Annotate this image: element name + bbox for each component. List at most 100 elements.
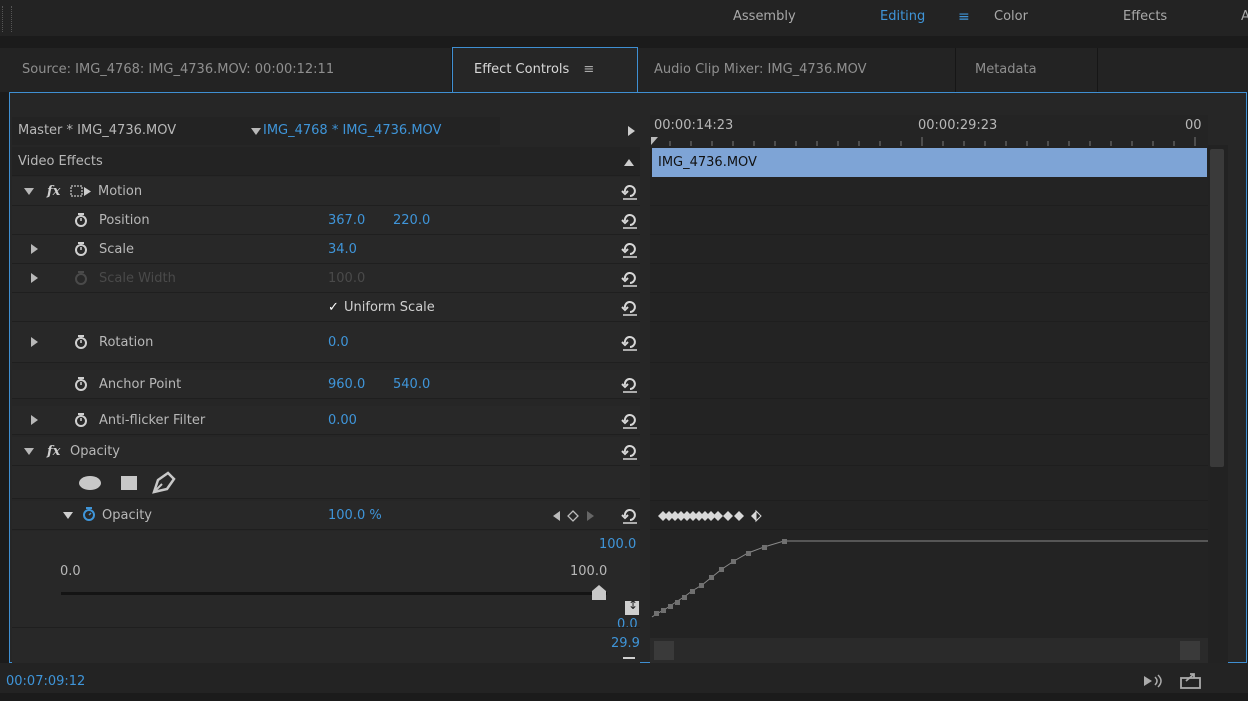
play-audio-icon[interactable] (1143, 674, 1165, 688)
motion-effect-row[interactable]: fx Motion (12, 177, 640, 206)
ellipse-mask-icon[interactable] (78, 475, 102, 491)
opacity-slider-thumb[interactable] (592, 585, 606, 600)
clip-dropdown-icon[interactable] (251, 128, 261, 135)
drag-grip-icon[interactable] (2, 6, 12, 32)
anchor-x-value[interactable]: 960.0 (328, 370, 365, 399)
reset-icon[interactable] (621, 375, 639, 393)
keyframe-add-icon[interactable] (567, 510, 579, 522)
scrollbar-thumb[interactable] (1210, 149, 1224, 467)
rect-mask-icon[interactable] (120, 475, 138, 491)
toggle-timeline-icon[interactable] (628, 126, 635, 136)
scroll-up-icon[interactable] (624, 159, 634, 166)
panel-menu-icon[interactable]: ≡ (583, 62, 594, 77)
export-icon[interactable] (1180, 671, 1202, 689)
reset-icon[interactable] (621, 269, 639, 287)
stopwatch-icon[interactable] (74, 377, 88, 391)
ruler-timecode-2: 00:00:29:23 (918, 118, 998, 133)
stopwatch-icon (75, 271, 87, 285)
tab-source-label: Source: IMG_4768: IMG_4736.MOV: 00:00:12… (22, 62, 335, 77)
motion-transform-icon[interactable] (70, 185, 92, 198)
collapse-opacity-param-icon[interactable] (63, 512, 73, 519)
antiflicker-label: Anti-flicker Filter (99, 413, 206, 428)
expand-scale-width-icon[interactable] (31, 273, 38, 283)
tab-audio-clip-mixer[interactable]: Audio Clip Mixer: IMG_4736.MOV (638, 48, 956, 92)
timeline-hscroll[interactable] (650, 638, 1208, 663)
reset-icon[interactable] (621, 240, 639, 258)
panel-vertical-scrollbar[interactable] (1208, 145, 1228, 663)
expand-scale-icon[interactable] (31, 244, 38, 254)
timeline-row (650, 437, 1208, 466)
pen-mask-icon[interactable] (150, 470, 176, 494)
uniform-scale-checkbox[interactable]: ✓ (328, 293, 339, 322)
keyframe-next-icon[interactable] (587, 511, 594, 521)
opacity-effect-row[interactable]: fx Opacity (12, 437, 640, 466)
position-label: Position (99, 213, 150, 228)
expand-antiflicker-icon[interactable] (31, 415, 38, 425)
hscroll-left-handle[interactable] (654, 641, 674, 660)
tab-metadata-label: Metadata (975, 62, 1037, 77)
workspace-menu-icon[interactable]: ≡ (958, 0, 970, 36)
reset-icon[interactable] (621, 506, 639, 524)
position-y-value[interactable]: 220.0 (393, 206, 430, 235)
rate-label: 29.9 (611, 636, 640, 651)
expand-rotation-icon[interactable] (31, 337, 38, 347)
stopwatch-icon[interactable] (74, 242, 88, 256)
graph-min-label: 0.0 (617, 617, 638, 632)
collapse-opacity-icon[interactable] (24, 448, 34, 455)
antiflicker-value[interactable]: 0.00 (328, 406, 357, 435)
collapse-motion-icon[interactable] (24, 188, 34, 195)
reset-icon[interactable] (621, 211, 639, 229)
tab-source[interactable]: Source: IMG_4768: IMG_4736.MOV: 00:00:12… (0, 48, 452, 92)
stopwatch-icon[interactable] (74, 213, 88, 227)
workspace-effects[interactable]: Effects (1123, 0, 1167, 36)
workspace-overflow[interactable]: A (1241, 0, 1248, 36)
stopwatch-icon[interactable] (74, 335, 88, 349)
rotation-value[interactable]: 0.0 (328, 322, 349, 363)
reset-icon[interactable] (621, 298, 639, 316)
graph-fit-icon[interactable]: ↕ (625, 598, 639, 615)
position-x-value[interactable]: 367.0 (328, 206, 365, 235)
tab-effect-controls[interactable]: Effect Controls ≡ (452, 47, 638, 93)
ruler-timecode-3: 00 (1185, 118, 1202, 133)
rate-handle-icon[interactable] (623, 657, 635, 659)
opacity-value-graph-area: 100.0 0.0 100.0 ↕ 0.0 29.9 (12, 531, 640, 663)
hscroll-right-handle[interactable] (1180, 641, 1200, 660)
timeline-row (650, 293, 1208, 322)
time-ruler[interactable]: 00:00:14:23 00:00:29:23 00 (650, 115, 1208, 146)
opacity-keyframe-lane[interactable] (650, 501, 1208, 530)
workspace-assembly[interactable]: Assembly (733, 0, 796, 36)
timeline-clip-bar[interactable]: IMG_4736.MOV (652, 148, 1207, 177)
reset-icon[interactable] (621, 182, 639, 200)
reset-icon[interactable] (621, 411, 639, 429)
opacity-value-graph[interactable] (650, 531, 1208, 623)
timeline-row (650, 322, 1208, 363)
opacity-value[interactable]: 100.0 % (328, 501, 382, 530)
master-clip-label[interactable]: Master * IMG_4736.MOV (18, 117, 176, 145)
reset-icon[interactable] (621, 442, 639, 460)
slider-min-label: 0.0 (60, 564, 81, 579)
workspace-color[interactable]: Color (994, 0, 1028, 36)
opacity-param-row: Opacity 100.0 % (12, 501, 640, 530)
opacity-slider-track[interactable] (61, 592, 607, 595)
workspace-editing[interactable]: Editing (880, 0, 925, 36)
tab-metadata[interactable]: Metadata (956, 48, 1098, 92)
uniform-scale-label[interactable]: Uniform Scale (344, 293, 435, 322)
scale-value[interactable]: 34.0 (328, 235, 357, 264)
anchor-point-label: Anchor Point (99, 377, 182, 392)
stopwatch-icon[interactable] (74, 413, 88, 427)
current-timecode[interactable]: 00:07:09:12 (6, 663, 85, 701)
graph-divider (12, 627, 640, 628)
sequence-clip-label[interactable]: IMG_4768 * IMG_4736.MOV (263, 117, 441, 145)
timeline-row (650, 206, 1208, 235)
opacity-keyframes[interactable] (654, 509, 794, 523)
reset-icon[interactable] (621, 333, 639, 351)
fx-icon[interactable]: fx (47, 177, 60, 206)
anchor-y-value[interactable]: 540.0 (393, 370, 430, 399)
scale-width-row: Scale Width 100.0 (12, 264, 640, 293)
timeline-row (650, 177, 1208, 206)
fx-icon[interactable]: fx (47, 437, 60, 466)
video-effects-heading: Video Effects (12, 147, 640, 176)
graph-max-label: 100.0 (599, 537, 637, 552)
stopwatch-icon[interactable] (82, 507, 96, 521)
keyframe-prev-icon[interactable] (553, 511, 560, 521)
